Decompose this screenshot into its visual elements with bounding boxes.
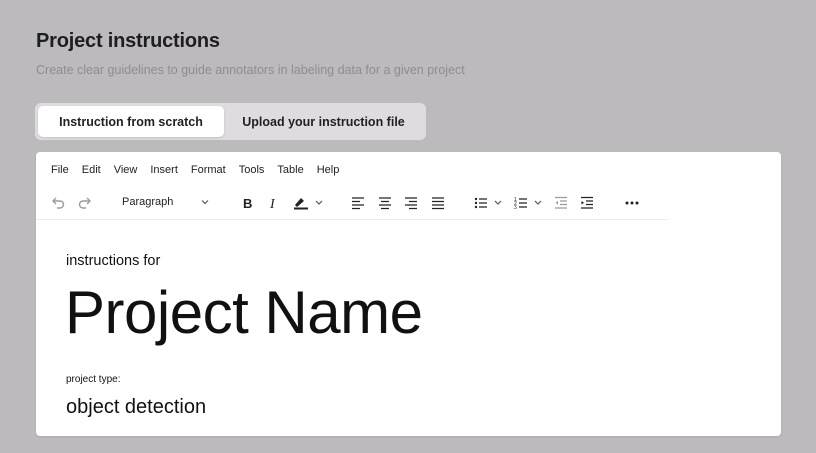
rich-text-editor: File Edit View Insert Format Tools Table…: [36, 152, 781, 436]
italic-icon: I: [269, 197, 276, 210]
justify-icon: [432, 197, 444, 210]
project-type-label: project type:: [66, 374, 121, 385]
more-icon: [625, 201, 639, 205]
instructions-intro: instructions for: [66, 253, 161, 269]
tab-instruction-from-scratch[interactable]: Instruction from scratch: [38, 106, 224, 137]
project-name-heading: Project Name: [65, 279, 423, 346]
highlight-icon: [294, 198, 323, 210]
more-button[interactable]: [621, 188, 643, 218]
align-center-button[interactable]: [376, 188, 394, 218]
page-subtitle: Create clear guidelines to guide annotat…: [36, 63, 465, 77]
tab-upload-instruction-file[interactable]: Upload your instruction file: [224, 106, 423, 137]
menu-tools[interactable]: Tools: [239, 164, 265, 176]
block-format-value: Paragraph: [122, 196, 174, 208]
numbered-list-icon: 1 2 3: [514, 197, 542, 210]
bold-icon: B: [243, 196, 252, 210]
menu-view[interactable]: View: [114, 164, 138, 176]
outdent-button[interactable]: [552, 188, 570, 218]
editor-menubar: File Edit View Insert Format Tools Table…: [36, 152, 666, 188]
chevron-down-icon: [201, 200, 209, 205]
menu-file[interactable]: File: [51, 164, 69, 176]
instruction-mode-tabs: Instruction from scratch Upload your ins…: [35, 103, 426, 140]
align-right-button[interactable]: [402, 188, 420, 218]
redo-button[interactable]: [75, 188, 95, 218]
undo-button[interactable]: [48, 188, 68, 218]
menu-edit[interactable]: Edit: [82, 164, 101, 176]
menu-insert[interactable]: Insert: [150, 164, 178, 176]
menu-table[interactable]: Table: [277, 164, 303, 176]
bullet-list-icon: [474, 197, 502, 209]
indent-icon: [581, 196, 593, 209]
numbered-list-button[interactable]: 1 2 3: [514, 188, 548, 218]
undo-icon: [52, 197, 65, 209]
align-left-button[interactable]: [349, 188, 367, 218]
svg-text:B: B: [243, 196, 252, 210]
project-type-value: object detection: [66, 396, 207, 418]
toolbar-divider: [36, 219, 668, 220]
svg-text:I: I: [269, 197, 276, 210]
align-left-icon: [352, 197, 364, 210]
bullet-list-button[interactable]: [474, 188, 508, 218]
align-right-icon: [405, 197, 417, 210]
align-center-icon: [379, 197, 391, 210]
indent-button[interactable]: [578, 188, 596, 218]
italic-button[interactable]: I: [265, 188, 283, 218]
menu-help[interactable]: Help: [317, 164, 340, 176]
redo-icon: [78, 197, 91, 209]
bold-button[interactable]: B: [239, 188, 257, 218]
svg-text:3: 3: [514, 205, 517, 210]
highlight-color-button[interactable]: [290, 188, 328, 218]
menu-format[interactable]: Format: [191, 164, 226, 176]
justify-button[interactable]: [429, 188, 447, 218]
editor-toolbar: Paragraph B I 1 2 3: [36, 188, 666, 220]
page-title: Project instructions: [36, 30, 220, 52]
outdent-icon: [555, 196, 567, 209]
block-format-select[interactable]: Paragraph: [116, 190, 216, 214]
